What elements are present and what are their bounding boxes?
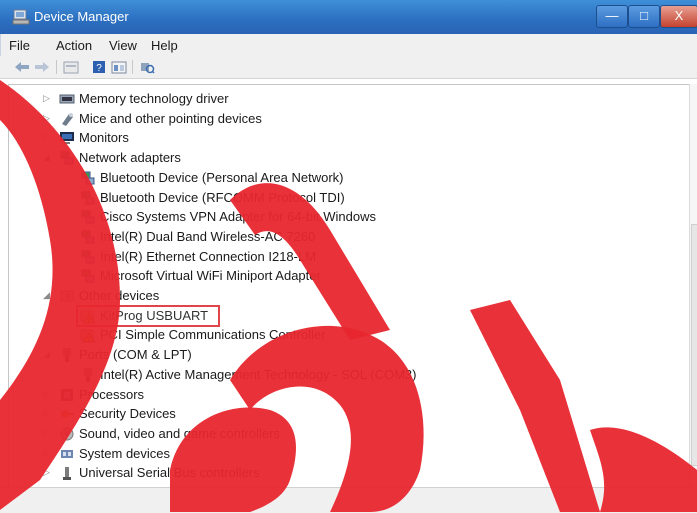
help-icon[interactable]: ? [92, 60, 106, 74]
toolbar-divider [56, 60, 57, 74]
expand-arrow-icon[interactable]: ▷ [43, 409, 50, 418]
port-icon [84, 368, 92, 382]
usb-icon [63, 467, 71, 480]
tree-item-label: Intel(R) Dual Band Wireless-AC 7260 [100, 229, 316, 244]
unknown-device-icon: ? [60, 290, 74, 302]
tree-item[interactable]: ◢ Ports (COM & LPT) [9, 345, 679, 365]
security-icon [61, 410, 74, 418]
tree-item-label: Intel(R) Active Management Technology - … [100, 367, 417, 382]
tree-item-label: Microsoft Virtual WiFi Miniport Adapter [100, 268, 321, 283]
tree-item-label: System devices [79, 446, 171, 461]
toolbar: ? [0, 56, 697, 79]
tree-item[interactable]: ▷ Monitors [9, 128, 679, 148]
tree-item-label: PCI Simple Communications Controller [100, 327, 326, 342]
device-manager-icon [12, 9, 30, 25]
tree-item[interactable]: ▷ Processors [9, 385, 679, 405]
expand-arrow-icon[interactable]: ▷ [43, 94, 50, 103]
collapse-arrow-icon[interactable]: ◢ [43, 291, 50, 300]
system-icon [61, 450, 73, 458]
tree-item[interactable]: ◢? Other devices [9, 286, 679, 306]
tree-item[interactable]: ▷ System devices [9, 444, 679, 464]
minimize-button[interactable]: — [596, 5, 628, 28]
tree-item[interactable]: ▷ Security Devices [9, 404, 679, 424]
tree-item[interactable]: ▷ Memory technology driver [9, 89, 679, 109]
tree-item-label: Bluetooth Device (Personal Area Network) [100, 170, 344, 185]
scan-hardware-icon[interactable] [139, 60, 155, 74]
network-icon [81, 210, 95, 224]
close-button[interactable]: X [660, 5, 697, 28]
tree-item-label: Network adapters [79, 150, 181, 165]
menu-help[interactable]: Help [151, 38, 178, 53]
processor-icon [61, 389, 73, 401]
network-icon [60, 151, 74, 165]
tree-item-label: Universal Serial Bus controllers [79, 465, 260, 480]
highlight-box [76, 305, 220, 327]
tree-item[interactable]: ! KitProg USBUART [9, 305, 679, 327]
collapse-arrow-icon[interactable]: ◢ [43, 350, 50, 359]
tree-item-label: Memory technology driver [79, 91, 229, 106]
memory-icon [59, 94, 75, 104]
expand-arrow-icon[interactable]: ▷ [43, 133, 50, 142]
tree-item[interactable]: Microsoft Virtual WiFi Miniport Adapter [9, 266, 679, 286]
tree-item[interactable]: Bluetooth Device (Personal Area Network) [9, 168, 679, 188]
network-icon [81, 269, 95, 283]
tree-item[interactable]: Cisco Systems VPN Adapter for 64-bit Win… [9, 207, 679, 227]
vertical-scrollbar[interactable] [689, 84, 697, 487]
expand-arrow-icon[interactable]: ▷ [43, 429, 50, 438]
sound-icon [60, 427, 74, 441]
expand-arrow-icon[interactable]: ▷ [43, 468, 50, 477]
tree-item[interactable]: Intel(R) Dual Band Wireless-AC 7260 [9, 227, 679, 247]
toolbar-divider [132, 60, 133, 74]
tree-item-label: Ports (COM & LPT) [79, 347, 192, 362]
forward-arrow-icon[interactable] [34, 60, 50, 74]
tree-item[interactable]: Intel(R) Ethernet Connection I218-LM [9, 247, 679, 267]
menu-bar: File Action View Help [0, 34, 697, 56]
network-icon [81, 250, 95, 264]
warning-device-icon: ! [80, 329, 96, 344]
svg-text:!: ! [88, 337, 90, 344]
tree-item-label: Monitors [79, 130, 129, 145]
expand-arrow-icon[interactable]: ▷ [43, 449, 50, 458]
tree-item[interactable]: ! PCI Simple Communications Controller [9, 325, 679, 345]
collapse-arrow-icon[interactable]: ◢ [43, 153, 50, 162]
title-bar: Device Manager — □ X [0, 0, 697, 34]
network-icon [81, 191, 95, 205]
tree-item-label: Intel(R) Ethernet Connection I218-LM [100, 249, 317, 264]
network-icon [81, 230, 95, 244]
tree-item-label: Cisco Systems VPN Adapter for 64-bit Win… [100, 209, 376, 224]
window-title: Device Manager [34, 9, 129, 24]
tree-item-label: Processors [79, 387, 145, 402]
scrollbar-thumb[interactable] [691, 224, 697, 466]
menu-file[interactable]: File [9, 38, 30, 53]
tree-item[interactable]: ▷ Mice and other pointing devices [9, 109, 679, 129]
svg-text:?: ? [64, 292, 69, 302]
svg-text:?: ? [96, 63, 102, 74]
tree-item-label: Sound, video and game controllers [79, 426, 280, 441]
properties-icon[interactable] [63, 60, 79, 74]
menu-view[interactable]: View [109, 38, 137, 53]
network-icon [81, 171, 95, 185]
tree-item[interactable]: Bluetooth Device (RFCOMM Protocol TDI) [9, 188, 679, 208]
expand-arrow-icon[interactable]: ▷ [43, 114, 50, 123]
monitor-icon [60, 132, 74, 144]
tree-item-label: Mice and other pointing devices [79, 111, 262, 126]
device-tree[interactable]: ▷ Memory technology driver ▷ Mice and other… [8, 84, 690, 489]
tree-item[interactable]: Intel(R) Active Management Technology - … [9, 365, 679, 385]
menu-action[interactable]: Action [56, 38, 92, 53]
back-arrow-icon[interactable] [14, 60, 30, 74]
tree-item[interactable]: ▷ Sound, video and game controllers [9, 424, 679, 444]
tree-item-label: Security Devices [79, 406, 176, 421]
tree-item-label: Bluetooth Device (RFCOMM Protocol TDI) [100, 190, 345, 205]
tree-item[interactable]: ◢ Network adapters [9, 148, 679, 168]
status-bar [0, 487, 697, 513]
mouse-icon [62, 113, 73, 126]
tree-item-label: Other devices [79, 288, 160, 303]
tree-item[interactable]: ▷ Universal Serial Bus controllers [9, 463, 679, 483]
details-view-icon[interactable] [111, 60, 127, 74]
port-icon [63, 348, 71, 362]
expand-arrow-icon[interactable]: ▷ [43, 390, 50, 399]
maximize-button[interactable]: □ [628, 5, 660, 28]
